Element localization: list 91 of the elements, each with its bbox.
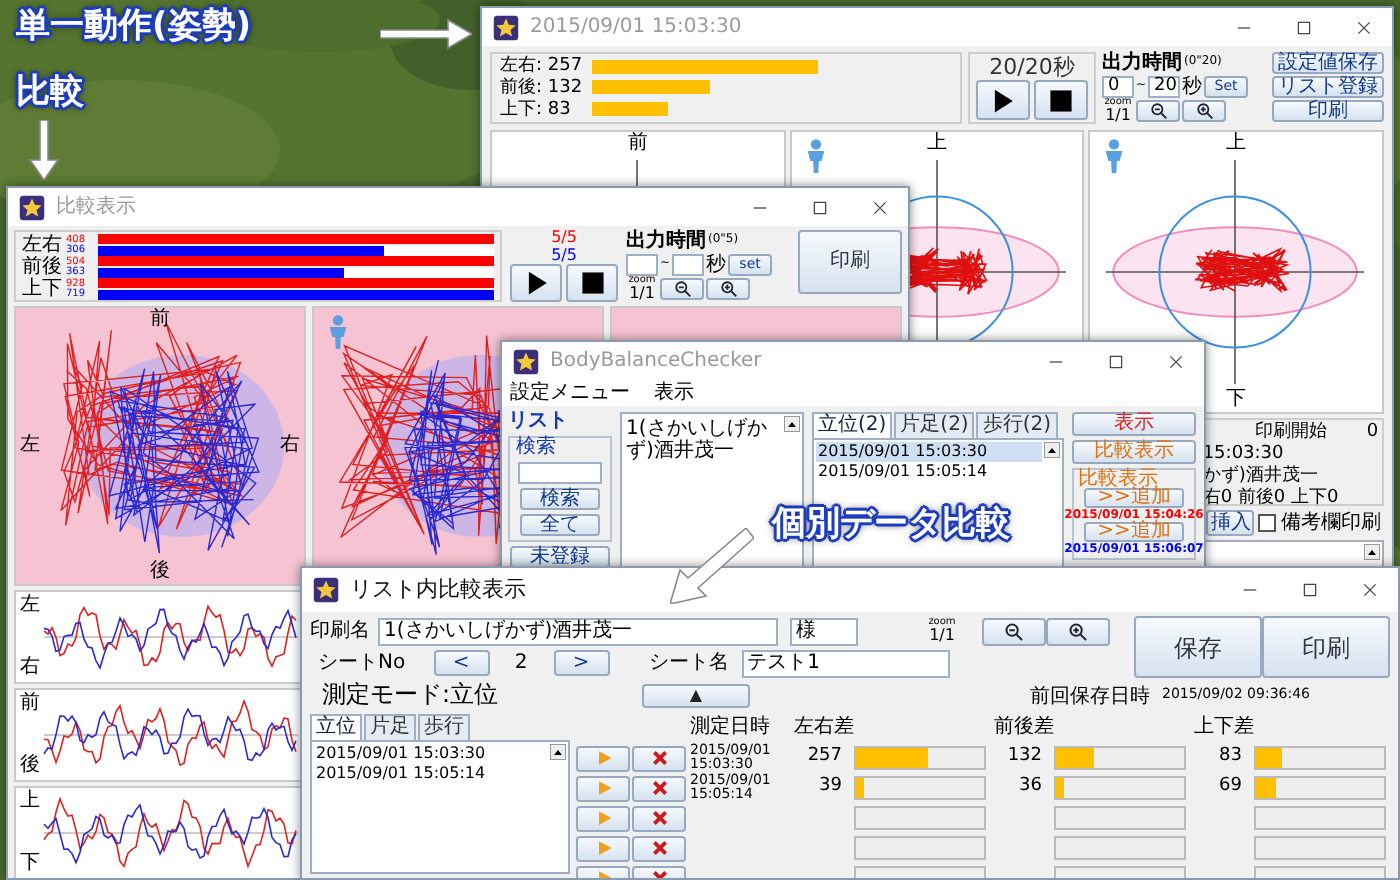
axis-label: 上下: 83 bbox=[500, 99, 573, 120]
next-button[interactable]: > bbox=[553, 650, 610, 676]
field-label: シートNo bbox=[318, 652, 406, 674]
axis-label: 右 bbox=[20, 658, 40, 678]
field-label: 前回保存日時 bbox=[1029, 685, 1150, 707]
counter-label: 5/5 bbox=[551, 230, 577, 246]
window-title: 2015/09/01 15:03:30 bbox=[530, 16, 742, 38]
window-title: 比較表示 bbox=[56, 196, 136, 218]
axis-label: 上 bbox=[20, 792, 40, 812]
output-time-label: 出力時間 bbox=[626, 231, 706, 251]
menu-item[interactable]: 表示 bbox=[654, 382, 694, 404]
action-button[interactable]: 印刷 bbox=[1272, 100, 1384, 122]
axis-label: 後 bbox=[150, 562, 170, 582]
insert-button[interactable]: 挿入 bbox=[1206, 510, 1255, 536]
output-time-label: 出力時間 bbox=[1102, 53, 1182, 73]
info-label: 印刷開始 bbox=[1254, 422, 1327, 442]
field-label: 印刷名 bbox=[310, 620, 370, 642]
axis-label: 右 bbox=[280, 436, 300, 456]
info-value: 0 bbox=[1366, 422, 1379, 442]
axis-label: 下 bbox=[20, 854, 40, 874]
action-button[interactable]: 印刷 bbox=[1262, 616, 1390, 678]
tab[interactable]: 立位 bbox=[310, 714, 362, 740]
axis-label: 左 bbox=[20, 436, 40, 456]
action-button[interactable]: リスト登録 bbox=[1272, 76, 1384, 98]
mode-label: 測定モード:立位 bbox=[322, 682, 501, 710]
list-item[interactable]: 1(さかいしげかず)酒井茂一 bbox=[626, 418, 782, 462]
time-readout: 20/20秒 bbox=[989, 56, 1075, 80]
counter-label: 5/5 bbox=[551, 247, 577, 263]
axis-label: 上下 bbox=[22, 279, 62, 299]
window-title: リスト内比較表示 bbox=[350, 577, 526, 603]
action-button[interactable]: 全て bbox=[520, 514, 600, 536]
action-button[interactable]: 検索 bbox=[520, 488, 600, 510]
axis-label: 上 bbox=[926, 134, 947, 154]
axis-label: 前 bbox=[20, 694, 40, 714]
value-cell-text: 83 bbox=[1217, 748, 1242, 768]
value-cell-text: 257 bbox=[805, 748, 842, 768]
checkbox-label: 備考欄印刷 bbox=[1280, 512, 1381, 534]
start-field[interactable]: 0 bbox=[1102, 76, 1134, 98]
axis-label: 前後 bbox=[22, 257, 62, 277]
list-item[interactable]: 2015/09/01 15:03:30 bbox=[314, 744, 548, 764]
sheet-name-field[interactable]: テスト1 bbox=[741, 649, 950, 677]
print-button[interactable]: 印刷 bbox=[798, 230, 902, 294]
previous-button[interactable]: < bbox=[433, 650, 490, 676]
callout-text: 単一動作(姿勢) bbox=[16, 10, 252, 44]
info-text: 15:03:30 bbox=[1202, 444, 1286, 464]
sheet-number: 2 bbox=[512, 652, 530, 674]
value-cell-text: 69 bbox=[1217, 778, 1242, 798]
list-label: リスト bbox=[508, 412, 568, 432]
axis-label: 前後: 132 bbox=[500, 77, 584, 98]
tab[interactable]: 立位(2) bbox=[812, 412, 893, 438]
axis-label: 前 bbox=[150, 310, 170, 330]
action-button[interactable]: 設定値保存 bbox=[1272, 52, 1384, 74]
menu-item[interactable]: 設定メニュー bbox=[510, 382, 630, 404]
axis-label: 上 bbox=[1226, 134, 1247, 154]
axis-label: 左右: 257 bbox=[500, 56, 584, 77]
tab[interactable]: 片足(2) bbox=[894, 412, 975, 438]
unit-label: 秒 bbox=[1182, 76, 1203, 98]
print-name-field[interactable]: 1(さかいしげかず)酒井茂一 bbox=[378, 617, 778, 645]
axis-label: 左右 bbox=[22, 235, 62, 255]
column-header: 上下差 bbox=[1194, 716, 1256, 740]
axis-label: 下 bbox=[1226, 390, 1247, 410]
group-label: 比較表示 bbox=[1078, 470, 1158, 488]
column-header: 測定日時 bbox=[690, 716, 772, 740]
action-button[interactable]: 保存 bbox=[1134, 616, 1262, 678]
suffix-field[interactable]: 様 bbox=[790, 617, 858, 645]
callout-text: 比較 bbox=[16, 76, 84, 110]
zoom-value: 1/1 bbox=[629, 286, 655, 302]
axis-label: 左 bbox=[20, 596, 40, 616]
value-cell-text: 36 bbox=[1017, 778, 1042, 798]
column-header: 左右差 bbox=[794, 716, 856, 740]
value-cell-text: 39 bbox=[817, 778, 842, 798]
show-button[interactable]: 表示 bbox=[1072, 412, 1196, 436]
list-item[interactable]: 2015/09/01 15:05:14 bbox=[816, 462, 1042, 482]
end-field[interactable]: 20 bbox=[1148, 76, 1181, 98]
zoom-value: 1/1 bbox=[1105, 108, 1131, 124]
list-item[interactable]: 2015/09/01 15:03:30 bbox=[816, 442, 1042, 462]
value-cell-text: 132 bbox=[1005, 748, 1042, 768]
axis-label: 後 bbox=[20, 756, 40, 776]
collapse-button[interactable]: ▲ bbox=[642, 684, 750, 708]
zoom-value: 1/1 bbox=[929, 628, 955, 644]
tab[interactable]: 片足 bbox=[364, 714, 416, 740]
axis-label: 前 bbox=[627, 134, 648, 154]
list-item[interactable]: 2015/09/01 15:05:14 bbox=[314, 764, 548, 784]
window-title: BodyBalanceChecker bbox=[550, 350, 762, 372]
field-label: シート名 bbox=[649, 652, 730, 674]
column-header: 前後差 bbox=[994, 716, 1056, 740]
tab[interactable]: 歩行(2) bbox=[976, 412, 1058, 438]
group-label: 検索 bbox=[516, 438, 556, 458]
action-button[interactable]: 未登録 bbox=[510, 546, 610, 568]
unit-label: 秒 bbox=[706, 254, 727, 276]
tab[interactable]: 歩行 bbox=[418, 714, 470, 740]
